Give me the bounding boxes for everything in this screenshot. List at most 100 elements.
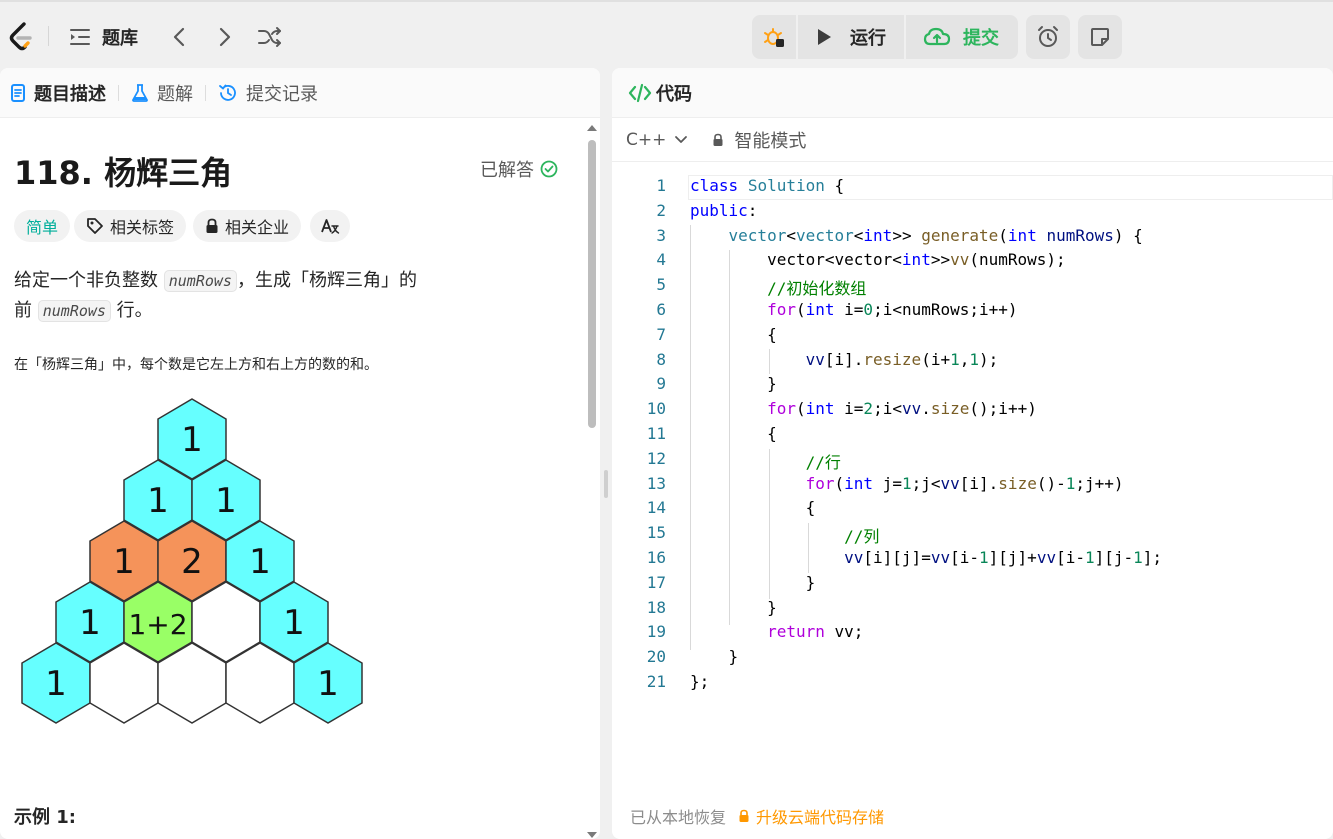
code-line[interactable]: 16 vv[i][j]=vv[i-1][j]+vv[i-1][j-1]; <box>612 548 1333 573</box>
tab-submissions[interactable]: 提交记录 <box>218 80 318 106</box>
notes-button[interactable] <box>1078 15 1122 59</box>
difficulty-badge[interactable]: 简单 <box>14 210 71 242</box>
leetcode-logo-icon[interactable] <box>8 22 34 52</box>
flask-icon <box>132 83 148 102</box>
code-line[interactable]: 12 //行 <box>612 449 1333 474</box>
related-companies-button[interactable]: 相关企业 <box>193 210 302 242</box>
code-line[interactable]: 6 for(int i=0;i<numRows;i++) <box>612 300 1333 325</box>
line-number: 15 <box>646 523 666 543</box>
tab-description[interactable]: 题目描述 <box>10 80 106 106</box>
triangle-cell-value: 1 <box>79 603 101 643</box>
code-line[interactable]: 18 } <box>612 598 1333 623</box>
tab-code[interactable]: 代码 <box>628 80 692 106</box>
description-text: 行。 <box>110 300 153 321</box>
next-problem-button[interactable] <box>212 24 238 50</box>
run-button[interactable]: 运行 <box>798 15 904 59</box>
code-line[interactable]: 5 //初始化数组 <box>612 275 1333 300</box>
debug-button[interactable] <box>752 15 796 59</box>
code-line[interactable]: 1 class Solution { <box>612 176 1333 201</box>
code-line[interactable]: 11 { <box>612 424 1333 449</box>
code-line[interactable]: 14 { <box>612 498 1333 523</box>
list-icon <box>70 29 90 45</box>
code-text: //初始化数组 <box>767 279 867 299</box>
topbar-divider <box>48 26 49 46</box>
submit-button[interactable]: 提交 <box>906 15 1016 59</box>
tab-solutions-label: 题解 <box>157 83 193 105</box>
line-number: 9 <box>656 374 666 394</box>
code-line[interactable]: 13 for(int j=1;j<vv[i].size()-1;j++) <box>612 474 1333 499</box>
code-text: { <box>690 498 816 518</box>
lock-icon <box>713 133 723 146</box>
line-number: 6 <box>656 300 666 319</box>
code-line[interactable]: 2 public: <box>612 201 1333 226</box>
code-toolbar: C++ 智能模式 <box>612 118 1333 162</box>
code-line[interactable]: 3 vector<vector<int>> generate(int numRo… <box>612 226 1333 251</box>
code-line[interactable]: 7 { <box>612 325 1333 350</box>
problem-list-button[interactable]: 题库 <box>68 24 138 50</box>
random-problem-button[interactable] <box>256 24 284 50</box>
code-line[interactable]: 21}; <box>612 672 1333 697</box>
lock-icon <box>739 809 749 822</box>
code-text: vv[i].resize(i+1,1); <box>805 349 999 369</box>
description-scrollbar[interactable] <box>586 120 598 839</box>
code-text: { <box>690 424 777 443</box>
line-number: 10 <box>646 399 666 419</box>
solved-status: 已解答 <box>480 156 558 182</box>
run-label: 运行 <box>850 28 886 49</box>
code-text: class Solution { <box>690 176 845 195</box>
line-number: 18 <box>646 597 666 617</box>
code-line[interactable]: 19 return vv; <box>612 622 1333 647</box>
code-line[interactable]: 4 vector<vector<int>>vv(numRows); <box>612 250 1333 275</box>
code-text: vector<vector<int>>vv(numRows); <box>690 250 1066 270</box>
play-icon <box>818 29 831 45</box>
inline-code-numrows: numRows <box>163 270 237 292</box>
triangle-cell-value: 1 <box>181 420 203 460</box>
tag-icon <box>87 218 103 234</box>
triangle-cell-value: 2 <box>181 542 203 582</box>
upgrade-cloud-storage-link[interactable]: 升级云端代码存储 <box>756 804 884 828</box>
smart-mode-toggle[interactable]: 智能模式 <box>712 127 806 153</box>
code-text: return vv; <box>767 622 864 642</box>
top-bar: 题库 运行 提交 <box>0 0 1333 68</box>
code-text: } <box>690 374 777 394</box>
code-line[interactable]: 9 } <box>612 374 1333 399</box>
description-text: 前 <box>14 300 38 321</box>
code-brackets-icon <box>628 83 652 102</box>
related-tags-button[interactable]: 相关标签 <box>74 210 187 242</box>
code-line[interactable]: 20 } <box>612 647 1333 672</box>
check-circle-icon <box>540 160 558 178</box>
tab-solutions[interactable]: 题解 <box>131 80 193 106</box>
line-number: 4 <box>656 250 666 270</box>
prev-problem-button[interactable] <box>166 24 192 50</box>
description-line-2: 前 numRows 行。 <box>14 296 417 326</box>
description-line-1: 给定一个非负整数 numRows ，生成「杨辉三角」的 <box>14 266 417 296</box>
line-number: 13 <box>646 473 666 493</box>
triangle-cell-value: 1 <box>113 542 135 582</box>
code-line[interactable]: 17 } <box>612 573 1333 598</box>
description-text: ，生成「杨辉三角」的 <box>236 270 417 291</box>
code-editor[interactable]: 1 class Solution {2 public: 3 vector<vector… <box>612 168 1333 788</box>
chevron-right-icon <box>219 27 231 47</box>
scrollbar-thumb[interactable] <box>588 140 596 428</box>
line-number: 17 <box>646 572 666 592</box>
timer-button[interactable] <box>1026 15 1070 59</box>
line-number: 20 <box>646 647 666 667</box>
translate-button[interactable] <box>310 210 350 242</box>
scroll-up-arrow-icon[interactable] <box>586 123 598 133</box>
pascal-rule-text: 在「杨辉三角」中，每个数是它左上方和右上方的数的和。 <box>14 357 378 373</box>
scroll-down-arrow-icon[interactable] <box>586 830 598 839</box>
cloud-upload-icon <box>923 27 951 46</box>
line-number: 8 <box>656 349 666 369</box>
panel-resize-handle[interactable] <box>604 470 608 498</box>
triangle-cell-value: 1 <box>283 603 305 643</box>
code-line[interactable]: 10 for(int i=2;i<vv.size();i++) <box>612 399 1333 424</box>
description-panel: 题目描述 题解 提交记录 118. 杨辉三角 已解答 简单 相关标签 相关企业 … <box>0 68 600 839</box>
code-line[interactable]: 15 //列 <box>612 523 1333 548</box>
code-text: vv[i][j]=vv[i-1][j]+vv[i-1][j-1]; <box>844 548 1163 567</box>
code-line[interactable]: 8 vv[i].resize(i+1,1); <box>612 350 1333 375</box>
language-selector[interactable]: C++ <box>626 130 688 150</box>
shuffle-icon <box>258 27 281 47</box>
code-text: } <box>690 647 739 667</box>
problem-title: 118. 杨辉三角 <box>14 154 233 192</box>
code-text: for(int i=2;i<vv.size();i++) <box>767 399 1037 419</box>
